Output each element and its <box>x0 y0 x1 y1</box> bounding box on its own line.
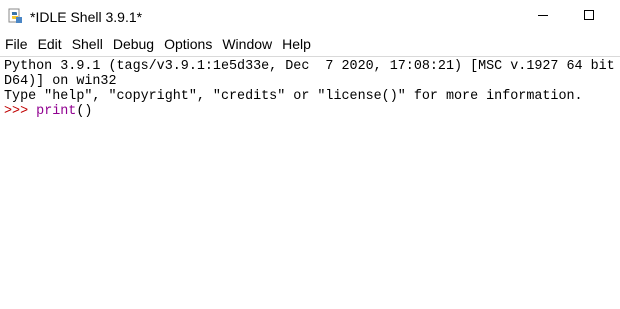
menu-shell[interactable]: Shell <box>67 33 108 56</box>
minimize-icon <box>537 8 549 26</box>
menu-options[interactable]: Options <box>159 33 217 56</box>
shell-output-line: Python 3.9.1 (tags/v3.9.1:1e5d33e, Dec 7… <box>4 59 615 74</box>
menu-debug[interactable]: Debug <box>108 33 159 56</box>
shell-input-line[interactable]: >>> print() <box>4 104 620 119</box>
shell-prompt: >>> <box>4 104 37 119</box>
input-rest: () <box>76 104 93 119</box>
menu-file[interactable]: File <box>0 33 33 56</box>
python-idle-icon <box>7 8 23 24</box>
idle-shell-window: *IDLE Shell 3.9.1* File Edit Shell Debug… <box>0 0 620 309</box>
menu-bar: File Edit Shell Debug Options Window Hel… <box>0 33 620 56</box>
shell-output-line: D64)] on win32 <box>4 74 117 89</box>
shell-output-line: Type "help", "copyright", "credits" or "… <box>4 89 583 104</box>
menu-help[interactable]: Help <box>277 33 316 56</box>
window-title: *IDLE Shell 3.9.1* <box>30 9 143 25</box>
title-bar[interactable]: *IDLE Shell 3.9.1* <box>0 0 620 33</box>
menu-window[interactable]: Window <box>217 33 277 56</box>
maximize-icon <box>583 8 595 26</box>
input-builtin: print <box>36 104 77 119</box>
shell-text-area[interactable]: Python 3.9.1 (tags/v3.9.1:1e5d33e, Dec 7… <box>0 56 620 309</box>
menu-edit[interactable]: Edit <box>33 33 67 56</box>
maximize-button[interactable] <box>566 0 612 33</box>
minimize-button[interactable] <box>520 0 566 33</box>
